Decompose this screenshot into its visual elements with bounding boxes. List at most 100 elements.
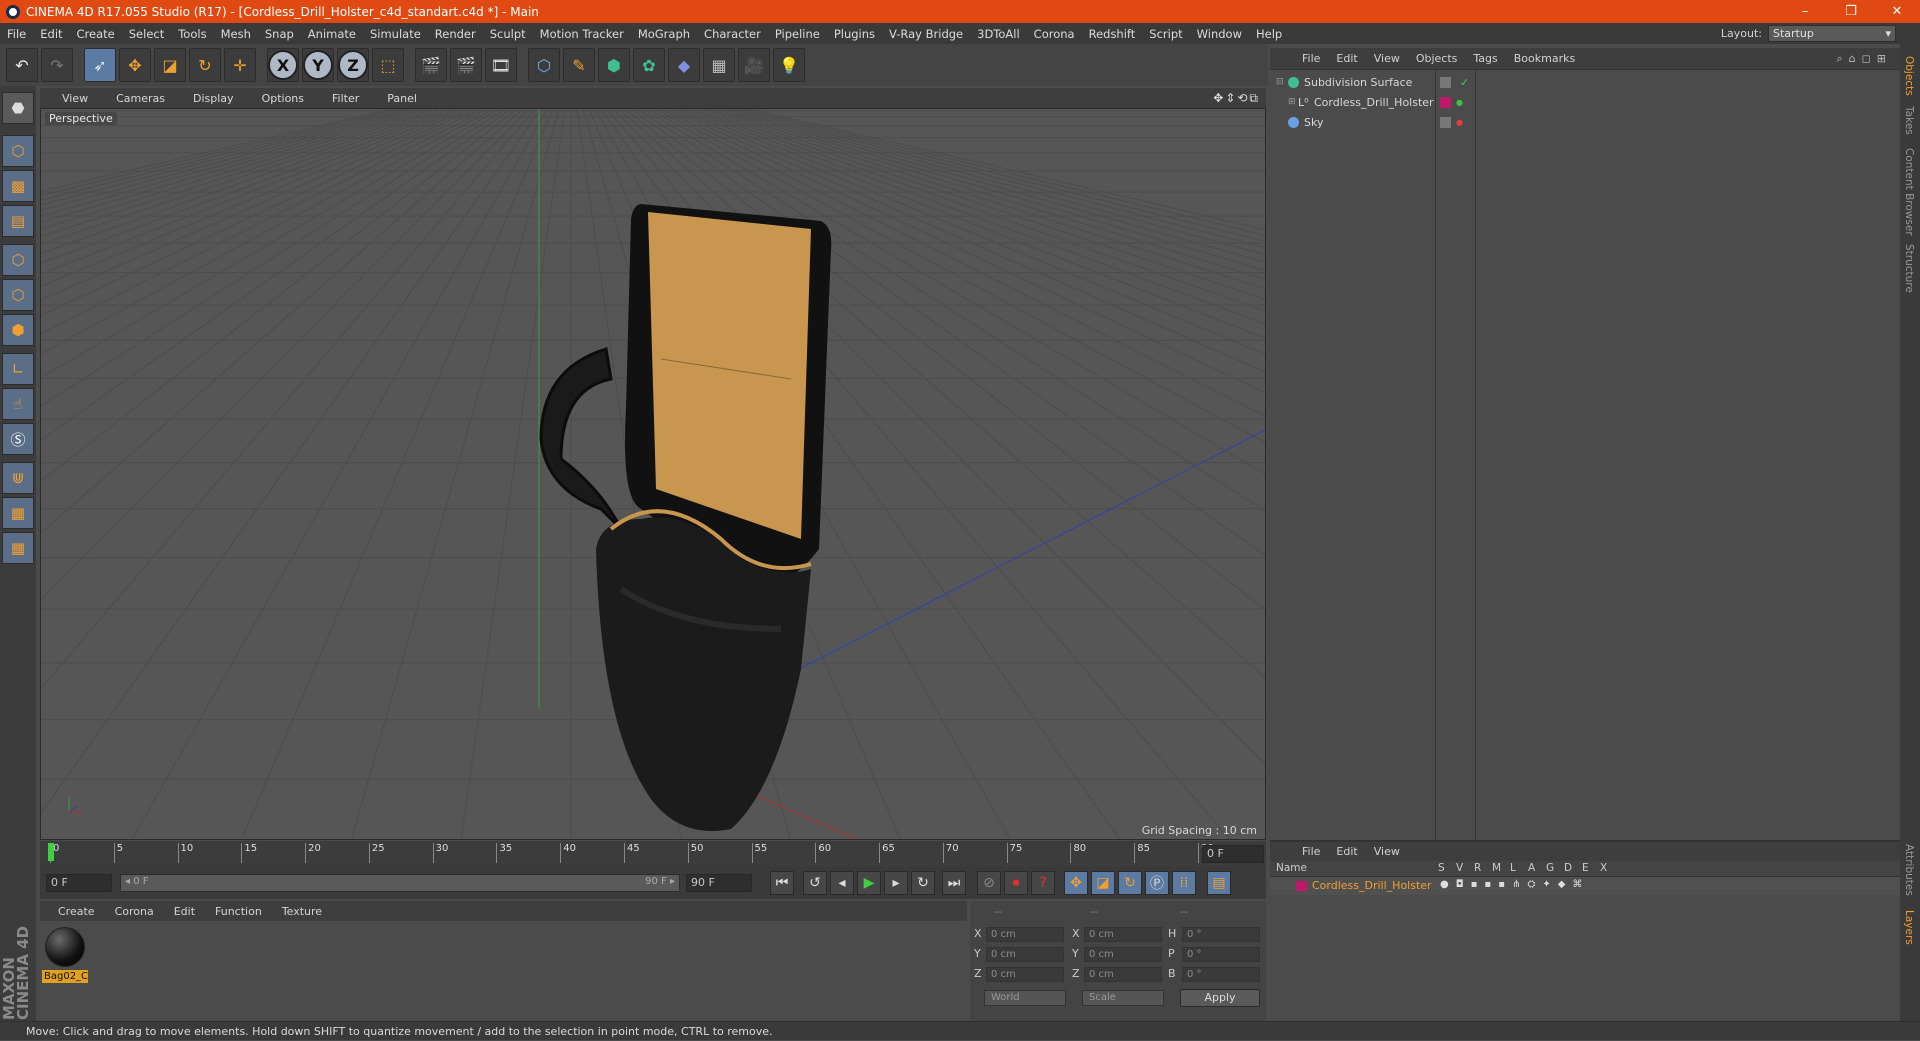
material-menu-corona[interactable]: Corona	[105, 905, 164, 918]
object-menu-bookmarks[interactable]: Bookmarks	[1506, 52, 1583, 65]
menu-edit[interactable]: Edit	[33, 27, 69, 41]
coordinate-system-icon[interactable]: ⬚	[372, 48, 404, 82]
playhead-marker[interactable]	[48, 843, 54, 861]
object-menu-objects[interactable]: Objects	[1408, 52, 1466, 65]
menu-snap[interactable]: Snap	[258, 27, 301, 41]
layer-toggle-icons[interactable]: ●◘▪▪▪⋔⛭✦◆⌘	[1440, 879, 1589, 890]
quantize-icon[interactable]: ▦	[2, 532, 34, 564]
menu-3dtoall[interactable]: 3DToAll	[970, 27, 1027, 41]
y-axis-lock-icon[interactable]: Y	[302, 48, 334, 82]
drill-holster-model[interactable]	[539, 204, 832, 831]
size-x-field[interactable]: 0 cm	[1084, 927, 1162, 942]
minimize-button[interactable]: –	[1782, 0, 1828, 23]
undo-icon[interactable]: ↶	[6, 48, 38, 82]
rot-b-field[interactable]: 0 °	[1182, 967, 1260, 982]
model-mode-icon[interactable]: ⬡	[2, 135, 34, 167]
axis-mode-icon[interactable]: ∟	[2, 353, 34, 385]
move-tool-icon[interactable]: ✥	[119, 48, 151, 82]
menu-vray-bridge[interactable]: V-Ray Bridge	[882, 27, 970, 41]
object-menu-tags[interactable]: Tags	[1465, 52, 1505, 65]
go-to-end-icon[interactable]: ⏭	[942, 871, 966, 895]
material-menu-function[interactable]: Function	[205, 905, 272, 918]
size-mode-dropdown[interactable]: Scale	[1082, 990, 1164, 1006]
object-menu-view[interactable]: View	[1366, 52, 1408, 65]
menu-script[interactable]: Script	[1142, 27, 1189, 41]
make-editable-icon[interactable]: ⬣	[2, 92, 34, 124]
frame-range-slider[interactable]: ◂ 0 F 90 F ▸	[120, 874, 680, 892]
render-settings-icon[interactable]: 🎞	[485, 48, 517, 82]
previous-key-icon[interactable]: ↺	[803, 871, 827, 895]
tweak-mode-icon[interactable]: ☝	[2, 388, 34, 420]
rot-h-field[interactable]: 0 °	[1182, 927, 1260, 942]
tab-content-browser[interactable]: Content Browser	[1903, 148, 1915, 236]
size-y-field[interactable]: 0 cm	[1084, 947, 1162, 962]
menu-character[interactable]: Character	[697, 27, 768, 41]
visibility-dots-icon[interactable]: ●	[1456, 118, 1463, 127]
render-view-icon[interactable]: 🎬	[415, 48, 447, 82]
go-to-start-icon[interactable]: ⏮	[770, 871, 794, 895]
object-name[interactable]: Subdivision Surface	[1304, 76, 1412, 89]
menu-tools[interactable]: Tools	[171, 27, 213, 41]
pos-y-field[interactable]: 0 cm	[986, 947, 1064, 962]
key-pla-icon[interactable]: ⁞⁞	[1172, 871, 1196, 895]
menu-redshift[interactable]: Redshift	[1082, 27, 1143, 41]
viewport-menu-view[interactable]: View	[48, 92, 102, 105]
end-frame-field[interactable]: 90 F	[686, 874, 752, 892]
pos-x-field[interactable]: 0 cm	[986, 927, 1064, 942]
pos-z-field[interactable]: 0 cm	[986, 967, 1064, 982]
material-menu-texture[interactable]: Texture	[272, 905, 332, 918]
solo-icon[interactable]: Ⓢ	[2, 423, 34, 455]
start-frame-field[interactable]: 0 F	[46, 874, 112, 892]
timeline-ruler[interactable]: 051015202530354045505560657075808590 0 F	[40, 841, 1266, 867]
layout-dropdown[interactable]: Startup	[1768, 25, 1896, 42]
viewport-menu-filter[interactable]: Filter	[318, 92, 373, 105]
layer-tag-icon[interactable]	[1440, 76, 1451, 88]
object-name[interactable]: Cordless_Drill_Holster	[1314, 96, 1434, 109]
previous-frame-icon[interactable]: ◂	[830, 871, 854, 895]
object-name[interactable]: Sky	[1304, 116, 1323, 129]
menu-pipeline[interactable]: Pipeline	[768, 27, 827, 41]
tab-takes[interactable]: Takes	[1903, 106, 1915, 135]
object-menu-file[interactable]: File	[1294, 52, 1328, 65]
menu-file[interactable]: File	[0, 27, 33, 41]
menu-render[interactable]: Render	[428, 27, 483, 41]
layer-menu-edit[interactable]: Edit	[1328, 845, 1365, 858]
menu-plugins[interactable]: Plugins	[827, 27, 882, 41]
layer-menu-view[interactable]: View	[1366, 845, 1408, 858]
recent-tool-icon[interactable]: ✛	[224, 48, 256, 82]
enabled-check-icon[interactable]: ✓	[1460, 76, 1469, 89]
menu-mograph[interactable]: MoGraph	[631, 27, 697, 41]
visibility-dots-icon[interactable]: ●	[1456, 98, 1463, 107]
layer-color-tag[interactable]	[1440, 96, 1451, 108]
x-axis-lock-icon[interactable]: X	[267, 48, 299, 82]
redo-icon[interactable]: ↷	[41, 48, 73, 82]
object-manager-tool-icons[interactable]: ⌕⌂◻⊞	[1837, 52, 1893, 66]
material-menu-create[interactable]: Create	[48, 905, 105, 918]
tab-objects[interactable]: Objects	[1903, 56, 1915, 96]
deformer-icon[interactable]: ◆	[668, 48, 700, 82]
menu-simulate[interactable]: Simulate	[363, 27, 428, 41]
material-name[interactable]: Bag02_C	[42, 970, 88, 983]
viewport-menu-panel[interactable]: Panel	[373, 92, 431, 105]
texture-mode-icon[interactable]: ▩	[2, 170, 34, 202]
close-button[interactable]: ✕	[1874, 0, 1920, 23]
workplane-lock-icon[interactable]: ▦	[2, 497, 34, 529]
scale-tool-icon[interactable]: ◪	[154, 48, 186, 82]
tab-structure[interactable]: Structure	[1903, 244, 1915, 293]
key-position-icon[interactable]: ✥	[1064, 871, 1088, 895]
polygons-mode-icon[interactable]: ⬢	[2, 314, 34, 346]
apply-button[interactable]: Apply	[1180, 989, 1260, 1007]
menu-motion-tracker[interactable]: Motion Tracker	[533, 27, 631, 41]
camera-icon[interactable]: 🎥	[738, 48, 770, 82]
viewport-navigation-icons[interactable]: ✥⇕⟲⧉	[1213, 91, 1260, 106]
floor-icon[interactable]: ▦	[703, 48, 735, 82]
object-row-drill-holster[interactable]: ⊞ L⁰ Cordless_Drill_Holster ●	[1270, 92, 1900, 112]
cube-object-icon[interactable]: ⬡	[528, 48, 560, 82]
object-row-sky[interactable]: Sky ●	[1270, 112, 1900, 132]
menu-create[interactable]: Create	[70, 27, 122, 41]
record-keys-icon[interactable]: ⏺	[1004, 871, 1028, 895]
key-rotation-icon[interactable]: ↻	[1118, 871, 1142, 895]
z-axis-lock-icon[interactable]: Z	[337, 48, 369, 82]
edges-mode-icon[interactable]: ⬡	[2, 279, 34, 311]
subdivision-icon[interactable]: ⬢	[598, 48, 630, 82]
